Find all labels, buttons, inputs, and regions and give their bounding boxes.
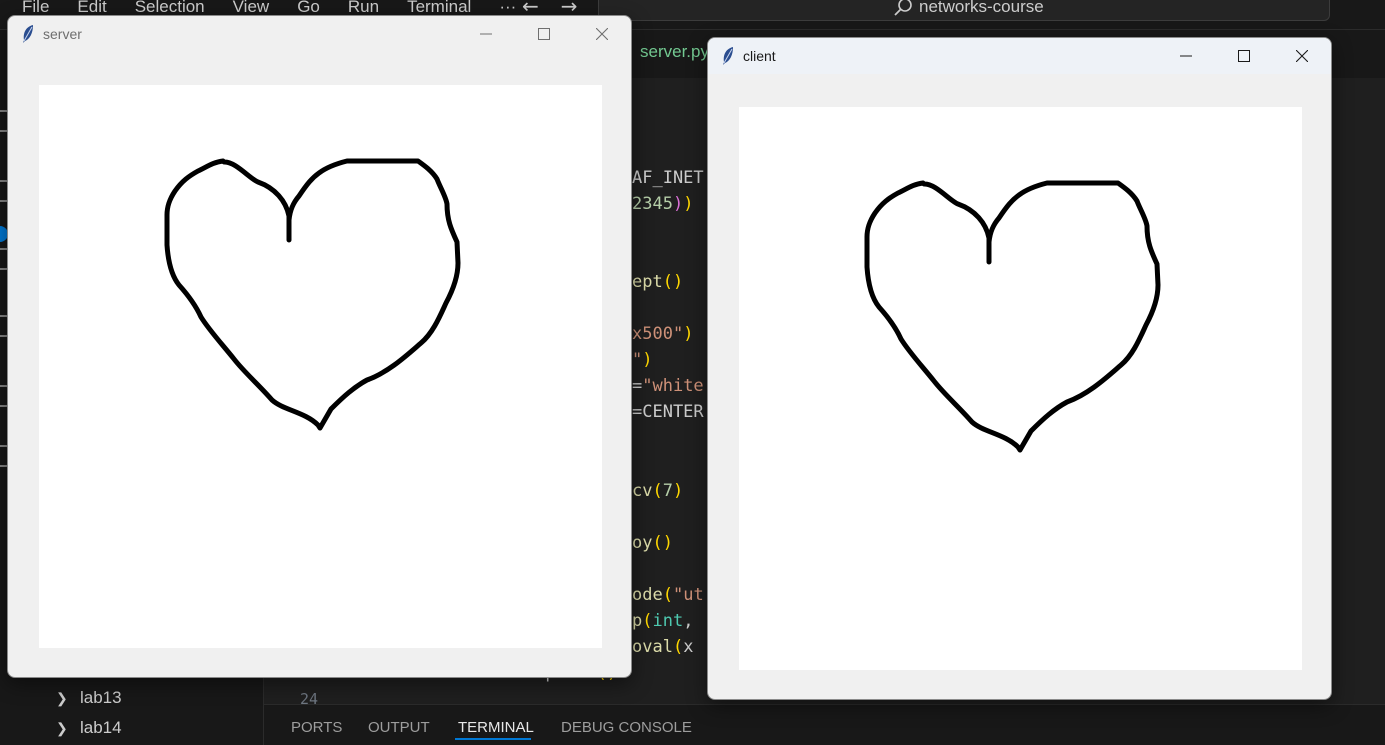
code-token: , [683, 611, 694, 631]
close-icon [596, 28, 608, 40]
code-token: ) [672, 481, 684, 501]
code-line: ode("ut [632, 582, 704, 608]
drawing-canvas[interactable] [739, 107, 1302, 670]
explorer-folder-lab13[interactable]: ❯ lab13 [30, 685, 122, 711]
client-titlebar[interactable]: client [708, 38, 1331, 74]
heart-drawing [864, 180, 1161, 453]
window-title: client [743, 48, 776, 64]
code-line: ") [632, 347, 653, 373]
code-line: 2345)) [632, 191, 693, 217]
tk-feather-icon [23, 25, 33, 43]
heart-stroke [864, 180, 1161, 453]
code-line: oval(x [632, 634, 693, 660]
explorer-folder-lab14[interactable]: ❯ lab14 [30, 715, 122, 741]
code-token: oy [632, 533, 653, 553]
maximize-icon [538, 28, 550, 40]
code-line: p(int, [632, 608, 693, 634]
code-token: " [632, 350, 643, 370]
code-token: x [683, 637, 694, 657]
code-line: cv(7) [632, 478, 683, 504]
code-token: "ut [672, 585, 704, 605]
code-token: ) [683, 324, 694, 344]
tab-output[interactable]: OUTPUT [368, 719, 430, 736]
tk-feather-icon [723, 47, 733, 65]
code-token: "white [642, 376, 704, 396]
code-token: ) [683, 194, 694, 214]
tab-terminal[interactable]: TERMINAL [458, 719, 534, 736]
search-icon [894, 0, 912, 16]
active-tab-indicator [455, 738, 531, 740]
close-button[interactable] [1279, 40, 1325, 72]
window-title: server [43, 26, 82, 42]
workspace-name: networks-course [919, 0, 1044, 16]
code-token: ode [632, 585, 663, 605]
heart-stroke [164, 158, 461, 431]
code-token: = [632, 376, 643, 396]
code-token: ) [672, 194, 684, 214]
heart-drawing [164, 158, 461, 431]
code-token: cv [632, 481, 653, 501]
close-icon [1296, 50, 1308, 62]
folder-label: lab14 [80, 718, 122, 737]
tab-ports[interactable]: PORTS [291, 719, 342, 736]
code-line: ="white [632, 373, 704, 399]
code-line: =CENTER [632, 399, 704, 425]
code-token: () [652, 533, 673, 553]
maximize-button[interactable] [521, 18, 567, 50]
code-token: ( [642, 611, 653, 631]
code-token: oval [632, 637, 673, 657]
code-token: =CENTER [632, 402, 704, 422]
folder-label: lab13 [80, 688, 122, 707]
code-token: 2345 [632, 194, 673, 214]
code-token: p [632, 611, 643, 631]
client-window[interactable]: client [707, 37, 1332, 700]
code-token: 7 [662, 481, 673, 501]
server-window[interactable]: server [7, 15, 632, 678]
code-token: ept [632, 272, 663, 292]
code-line: oy() [632, 530, 673, 556]
code-token: x500" [632, 324, 684, 344]
code-token: ( [672, 637, 684, 657]
chevron-right-icon: ❯ [56, 719, 68, 736]
code-token: int [652, 611, 684, 631]
code-token: ) [642, 350, 653, 370]
code-token: AF_INET [632, 168, 704, 188]
tab-debug-console[interactable]: DEBUG CONSOLE [561, 719, 692, 736]
code-token: ( [652, 481, 663, 501]
tab-server-py[interactable]: server.py [640, 42, 709, 62]
drawing-canvas[interactable] [39, 85, 602, 648]
minimize-button[interactable] [463, 18, 509, 50]
minimize-icon [1180, 55, 1192, 57]
minimize-icon [480, 33, 492, 35]
maximize-button[interactable] [1221, 40, 1267, 72]
minimize-button[interactable] [1163, 40, 1209, 72]
code-token: ( [662, 585, 673, 605]
command-center-search[interactable]: networks-course [598, 0, 1330, 21]
maximize-icon [1238, 50, 1250, 62]
close-button[interactable] [579, 18, 625, 50]
code-line: AF_INET [632, 165, 704, 191]
code-line: ept() [632, 269, 683, 295]
chevron-right-icon: ❯ [56, 689, 68, 706]
server-titlebar[interactable]: server [8, 16, 631, 52]
code-line: x500") [632, 321, 693, 347]
panel-tabs: PORTS OUTPUT TERMINAL DEBUG CONSOLE [264, 704, 1385, 745]
code-token: () [662, 272, 684, 292]
